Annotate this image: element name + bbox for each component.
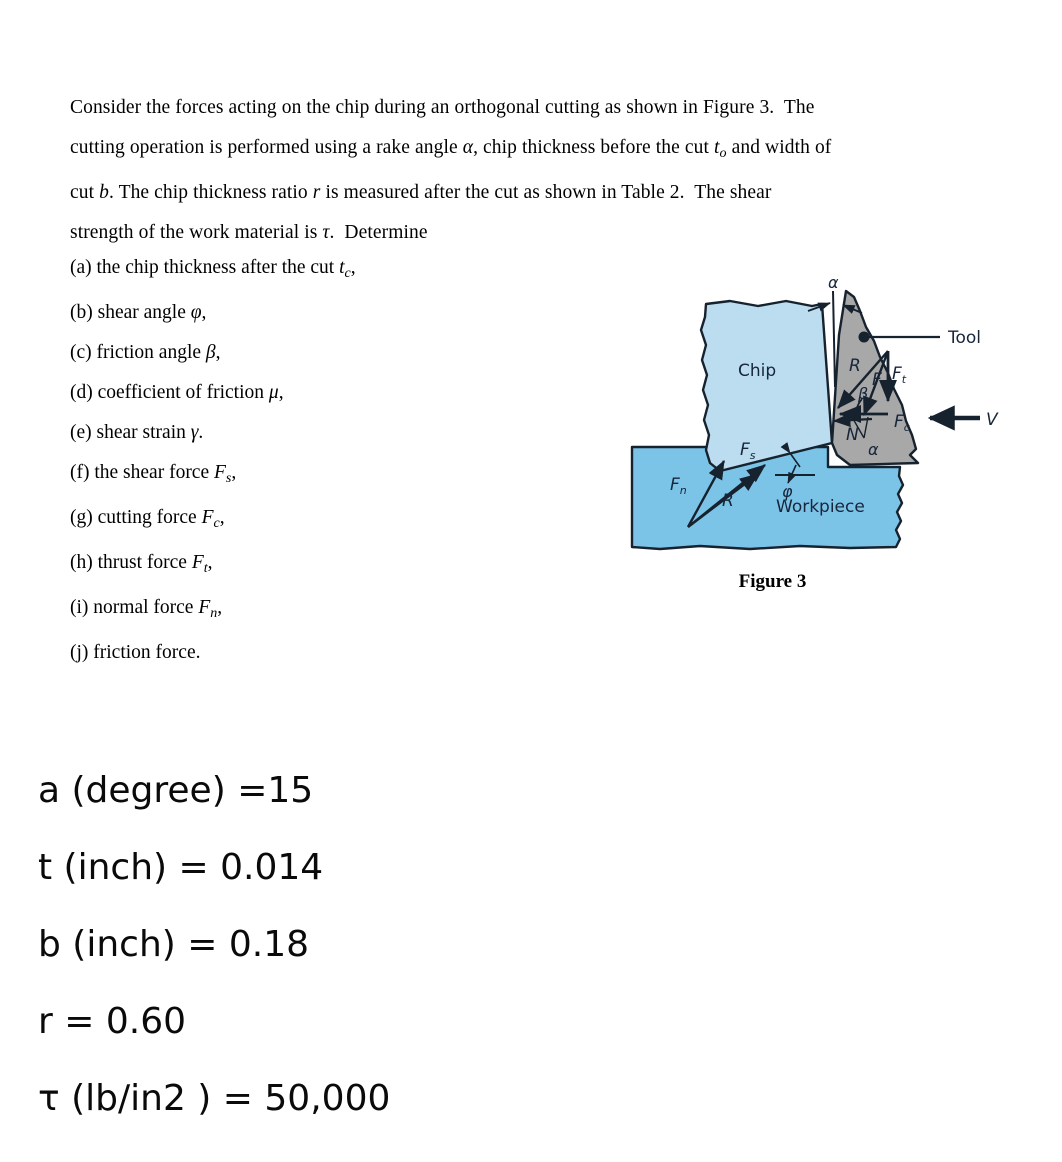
requirement-item-a: (a) the chip thickness after the cut tc, [70,257,356,281]
parameters-list: a (degree) =15 t (inch) = 0.014 b (inch)… [38,752,638,1137]
requirement-item-i: (i) normal force Fn, [70,596,223,621]
requirement-item-d: (d) coefficient of friction μ, [70,381,284,403]
label-Ft: Ft [892,364,907,386]
chip-shape [699,299,834,473]
requirement-item-e: (e) shear strain γ. [70,421,204,443]
requirement-item-f: (f) the shear force Fs, [70,461,237,486]
paragraph-line-3: cut b. The chip thickness ratio r is mea… [70,181,772,203]
requirement-item-j: (j) friction force. [70,641,201,663]
velocity-label: V [986,410,999,430]
requirements-list: (a) the chip thickness after the cut tc,… [70,248,500,673]
paragraph-line-4: strength of the work material is τ. Dete… [70,221,428,243]
figure-3-block: Chip Workpiece Tool V R F Ft Fc N β α α … [600,275,1000,625]
paragraph-line-1: Consider the forces acting on the chip d… [70,97,815,118]
chip-label: Chip [738,361,776,381]
requirement-item-g: (g) cutting force Fc, [70,506,225,531]
label-Fc: Fc [894,412,910,434]
problem-statement: Consider the forces acting on the chip d… [70,88,950,253]
label-R-tool: R [849,356,861,376]
label-R-shear: R [722,491,734,511]
paragraph-line-2: cutting operation is performed using a r… [70,137,832,161]
parameter-chip-thickness: t (inch) = 0.014 [38,847,324,888]
label-N: N [846,425,859,445]
orthogonal-cutting-diagram: Chip Workpiece Tool V R F Ft Fc N β α α … [630,275,999,551]
label-phi: φ [782,482,793,501]
label-F-friction: F [872,370,882,390]
requirement-item-h: (h) thrust force Ft, [70,551,213,576]
requirement-item-b: (b) shear angle φ, [70,301,207,323]
label-beta: β [857,384,868,403]
label-alpha-force: α [868,440,879,459]
parameter-rake-angle: a (degree) =15 [38,770,314,811]
label-alpha-top: α [828,275,839,292]
tool-label: Tool [947,328,981,348]
parameter-chip-thickness-ratio: r = 0.60 [38,1001,187,1042]
rake-angle-reference-line [832,290,836,388]
requirement-item-c: (c) friction angle β, [70,341,221,363]
figure-caption: Figure 3 [738,571,807,592]
parameter-width-of-cut: b (inch) = 0.18 [38,924,310,965]
parameter-shear-strength: τ (lb/in2 ) = 50,000 [38,1078,391,1119]
